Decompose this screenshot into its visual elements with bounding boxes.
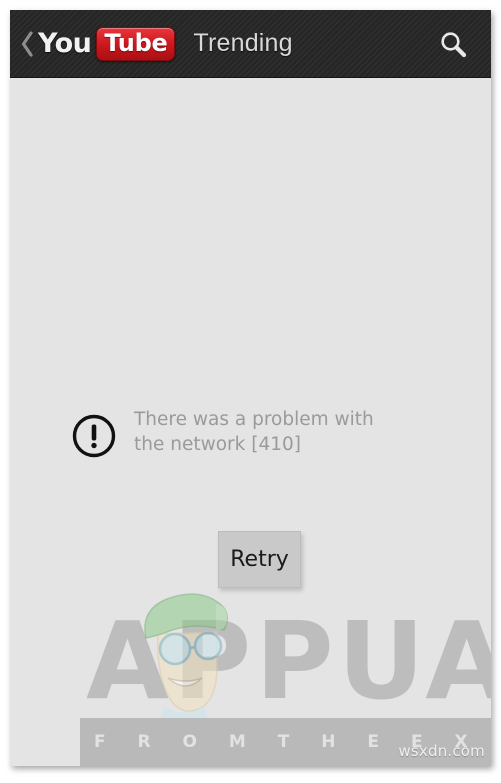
app-header: You Tube Trending bbox=[10, 10, 491, 78]
back-chevron-icon[interactable] bbox=[20, 29, 34, 59]
youtube-logo[interactable]: You Tube bbox=[38, 26, 176, 61]
retry-button[interactable]: Retry bbox=[218, 531, 301, 588]
phone-screen: You Tube Trending There was a problem wi… bbox=[10, 10, 491, 766]
watermark-tagline-band: F R O M T H E E X P E R T S bbox=[80, 718, 491, 766]
error-text: There was a problem with the network [41… bbox=[134, 409, 374, 455]
watermark-brand: APPUALS bbox=[86, 600, 491, 724]
page-title: Trending bbox=[193, 29, 293, 57]
network-error-message: There was a problem with the network [41… bbox=[72, 408, 432, 463]
youtube-logo-tube: Tube bbox=[96, 26, 176, 61]
main-content: There was a problem with the network [41… bbox=[10, 78, 491, 766]
appuals-mascot-icon bbox=[144, 593, 228, 721]
watermark-tagline: F R O M T H E E X P E R T S bbox=[94, 732, 491, 752]
appuals-watermark: APPUALS F R O M T H E E X P E R T S bbox=[10, 581, 491, 766]
youtube-logo-you: You bbox=[38, 28, 92, 59]
exclamation-circle-icon bbox=[72, 414, 116, 463]
site-credit: wsxdn.com bbox=[398, 742, 485, 760]
search-icon bbox=[441, 31, 467, 57]
search-button[interactable] bbox=[433, 24, 473, 64]
